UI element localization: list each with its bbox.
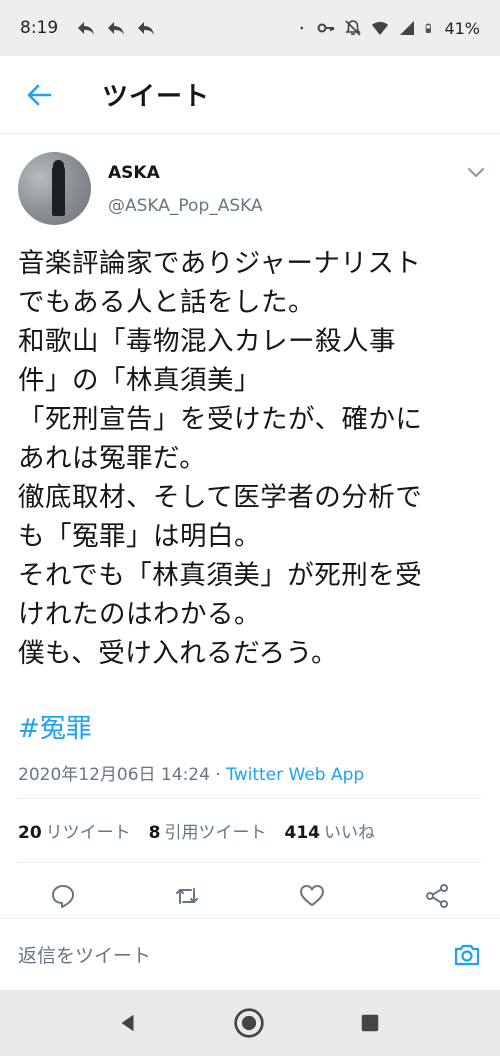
key-icon (317, 23, 335, 33)
chevron-down-icon[interactable] (466, 165, 486, 179)
quotes-count: 8 (148, 823, 161, 843)
page-title: ツイート (102, 82, 211, 112)
reply-input[interactable]: 返信をツイート (18, 941, 151, 968)
tweet-actions (0, 873, 500, 917)
notification-icons (76, 19, 156, 37)
home-circle-icon (234, 1008, 264, 1038)
wifi-icon (372, 22, 389, 35)
avatar-figure-body (52, 164, 65, 216)
reply-arrow-icon (78, 22, 94, 35)
share-button[interactable] (422, 881, 452, 911)
divider (18, 798, 482, 799)
author-handle[interactable]: @ASKA_Pop_ASKA (108, 196, 263, 216)
dot-icon (300, 26, 304, 30)
nav-recents-button[interactable] (354, 1007, 386, 1039)
back-button[interactable] (22, 78, 56, 112)
back-arrow-icon (27, 84, 52, 106)
share-icon (426, 884, 448, 908)
quotes-stat[interactable]: 8 引用ツイート (149, 818, 267, 843)
triangle-back-icon (121, 1014, 134, 1032)
reply-arrow-icon (138, 22, 154, 35)
battery-icon (426, 23, 432, 33)
reply-arrow-icon (108, 22, 124, 35)
status-bar: 8:19 41% (0, 0, 500, 56)
battery-level: 41% (444, 18, 480, 38)
app-header: ツイート (0, 56, 500, 134)
retweets-label: リツイート (45, 823, 131, 843)
author-name[interactable]: ASKA (108, 163, 160, 183)
system-nav-bar (0, 990, 500, 1056)
signal-icon (400, 21, 415, 35)
reply-icon (52, 885, 74, 908)
hashtag-link[interactable]: #冤罪 (18, 708, 92, 745)
square-recents-icon (361, 1014, 379, 1032)
avatar[interactable] (18, 152, 91, 225)
tweet-source-link[interactable]: Twitter Web App (226, 765, 364, 785)
system-status-icons: 41% (300, 19, 480, 38)
bell-off-icon (345, 20, 362, 36)
meta-separator: · (215, 765, 221, 785)
heart-icon (300, 885, 324, 906)
reply-bar: 返信をツイート (0, 918, 500, 990)
reply-button[interactable] (48, 881, 78, 911)
tweet-meta: 2020年12月06日 14:24 · Twitter Web App (18, 760, 364, 785)
nav-home-button[interactable] (233, 1007, 265, 1039)
retweets-stat[interactable]: 20 リツイート (18, 818, 131, 843)
retweet-button[interactable] (172, 881, 202, 911)
retweets-count: 20 (18, 823, 42, 843)
divider (18, 862, 482, 863)
likes-label: いいね (324, 823, 376, 843)
camera-icon[interactable] (452, 940, 482, 970)
tweet-text: 音楽評論家でありジャーナリスト でもある人と話をした。 和歌山「毒物混入カレー殺… (18, 248, 423, 669)
likes-count: 414 (284, 823, 321, 843)
tweet-stats: 20 リツイート 8 引用ツイート 414 いいね (18, 818, 375, 843)
nav-back-button[interactable] (112, 1007, 144, 1039)
like-button[interactable] (297, 881, 327, 911)
quotes-label: 引用ツイート (164, 823, 267, 843)
likes-stat[interactable]: 414 いいね (285, 818, 376, 843)
status-time: 8:19 (20, 18, 59, 38)
tweet-timestamp: 2020年12月06日 14:24 (18, 765, 210, 785)
retweet-icon (176, 888, 198, 904)
